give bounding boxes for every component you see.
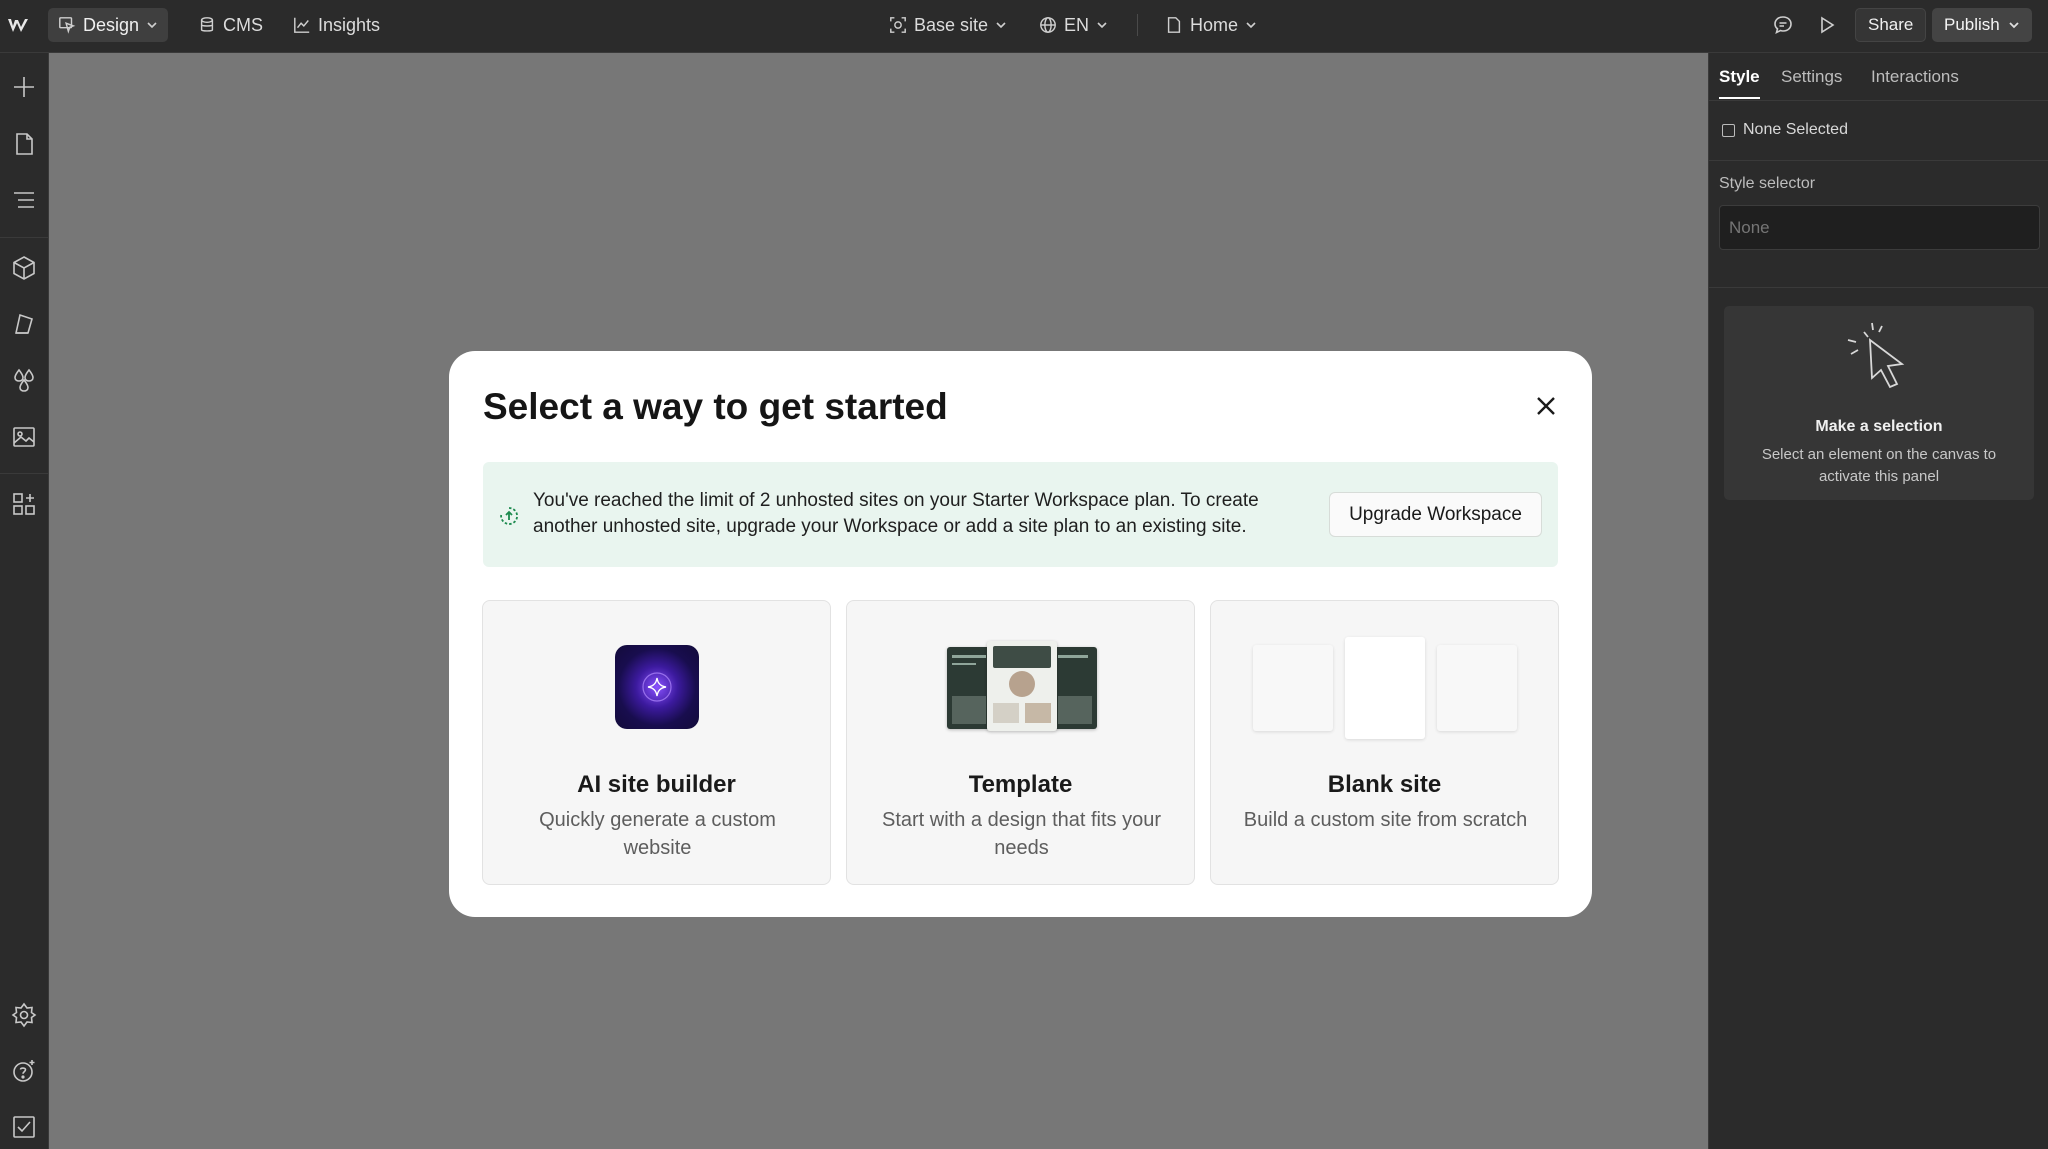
line-chart-icon (294, 17, 310, 33)
add-panel-button[interactable] (6, 69, 42, 105)
toolbar-divider (0, 473, 48, 474)
focus-target-icon (890, 17, 906, 33)
upgrade-info-icon (499, 506, 519, 526)
option-title: AI site builder (577, 771, 736, 798)
chevron-down-icon (147, 22, 157, 29)
image-icon (13, 427, 35, 447)
cms-label: CMS (223, 14, 263, 35)
upgrade-workspace-button[interactable]: Upgrade Workspace (1329, 492, 1542, 537)
option-description: Build a custom site from scratch (1243, 809, 1528, 831)
get-started-modal: Select a way to get started You've reach… (449, 351, 1592, 917)
insights-button[interactable]: Insights (283, 8, 390, 42)
settings-icon (11, 1002, 37, 1028)
option-title: Template (968, 771, 1073, 798)
cursor-click-icon (1847, 322, 1905, 389)
page-icon (1167, 17, 1181, 33)
ai-site-builder-option[interactable]: AI site builder Quickly generate a custo… (482, 600, 831, 885)
panel-divider (1709, 287, 2048, 288)
checklist-button[interactable] (6, 1109, 42, 1145)
option-title: Blank site (1327, 771, 1442, 798)
apps-icon (13, 493, 35, 515)
publish-button[interactable]: Publish (1932, 8, 2032, 42)
page-selector-button[interactable]: Home (1155, 8, 1267, 42)
share-button[interactable]: Share (1855, 8, 1927, 42)
variables-panel-button[interactable] (6, 362, 42, 398)
empty-state-title: Make a selection (1815, 418, 1943, 435)
webflow-logo-icon[interactable] (6, 12, 32, 38)
option-description: Start with a design that fits your needs (881, 809, 1162, 859)
template-thumb (987, 641, 1057, 731)
right-panel: Style Settings Interactions None Selecte… (1708, 53, 2048, 1149)
element-checkbox-icon (1722, 123, 1735, 137)
option-description: Quickly generate a custom website (539, 809, 776, 859)
blank-thumb (1345, 637, 1425, 739)
empty-state-description: Select an element on the canvas to activ… (1761, 446, 1997, 485)
page-label: Home (1190, 14, 1239, 35)
components-panel-button[interactable] (6, 250, 42, 286)
pages-icon (16, 133, 33, 155)
help-button[interactable] (6, 1053, 42, 1089)
ai-sparkle-icon (615, 645, 699, 729)
play-icon (1821, 16, 1835, 34)
blank-site-option[interactable]: Blank site Build a custom site from scra… (1210, 600, 1559, 885)
close-icon (1537, 397, 1555, 415)
empty-selection-card: Make a selection Select an element on th… (1724, 306, 2034, 500)
preview-button[interactable] (1811, 9, 1843, 41)
chevron-down-icon (2009, 22, 2019, 29)
tab-style[interactable]: Style (1719, 67, 1760, 99)
modal-title: Select a way to get started (483, 386, 948, 427)
notice-text: You've reached the limit of 2 unhosted s… (533, 490, 1259, 537)
template-preview-image (947, 641, 1097, 733)
site-selector-button[interactable]: Base site (879, 8, 1017, 42)
insights-label: Insights (318, 14, 381, 35)
blank-thumb (1253, 645, 1333, 731)
add-icon (14, 77, 34, 97)
help-icon (13, 1060, 35, 1082)
design-mode-button[interactable]: Design (48, 8, 169, 42)
top-bar: Design CMS Insights Base site EN Home Sh… (0, 0, 2048, 53)
chevron-down-icon (1097, 22, 1107, 29)
globe-icon (1040, 17, 1056, 33)
style-selector-input[interactable] (1719, 205, 2040, 250)
toolbar-divider (0, 237, 48, 238)
cms-button[interactable]: CMS (188, 8, 273, 42)
design-label: Design (83, 14, 140, 35)
blank-thumb (1437, 645, 1517, 731)
style-manager-panel-button[interactable] (6, 306, 42, 342)
apps-panel-button[interactable] (6, 486, 42, 522)
style-selector-label: Style selector (1719, 175, 1816, 192)
cursor-select-icon (59, 17, 76, 34)
style-manager-icon (15, 313, 33, 334)
comment-icon (1774, 16, 1792, 35)
comments-button[interactable] (1767, 9, 1799, 41)
components-icon (13, 256, 35, 280)
chevron-down-icon (1246, 22, 1256, 29)
plan-limit-notice: You've reached the limit of 2 unhosted s… (483, 462, 1558, 567)
locale-selector-button[interactable]: EN (1029, 8, 1118, 42)
pages-panel-button[interactable] (6, 126, 42, 162)
close-button[interactable] (1526, 386, 1566, 426)
panel-divider (1709, 160, 2048, 161)
chevron-down-icon (996, 22, 1006, 29)
variables-icon (14, 368, 34, 392)
navigator-panel-button[interactable] (6, 182, 42, 218)
toolbar-divider (1137, 14, 1138, 36)
publish-label: Publish (1944, 15, 2000, 34)
navigator-icon (14, 192, 34, 208)
site-label: Base site (914, 14, 989, 35)
template-option[interactable]: Template Start with a design that fits y… (846, 600, 1195, 885)
tab-interactions[interactable]: Interactions (1871, 67, 1959, 97)
locale-label: EN (1064, 14, 1090, 35)
panel-tabs: Style Settings Interactions (1709, 53, 2048, 101)
settings-panel-button[interactable] (6, 997, 42, 1033)
tab-settings[interactable]: Settings (1781, 67, 1842, 97)
assets-panel-button[interactable] (6, 419, 42, 455)
blank-pages-image (1253, 637, 1518, 742)
database-icon (200, 17, 214, 32)
none-selected-label: None Selected (1743, 121, 1848, 138)
selection-state: None Selected (1722, 121, 1848, 139)
checklist-icon (13, 1116, 35, 1138)
left-toolbar (0, 53, 49, 1149)
